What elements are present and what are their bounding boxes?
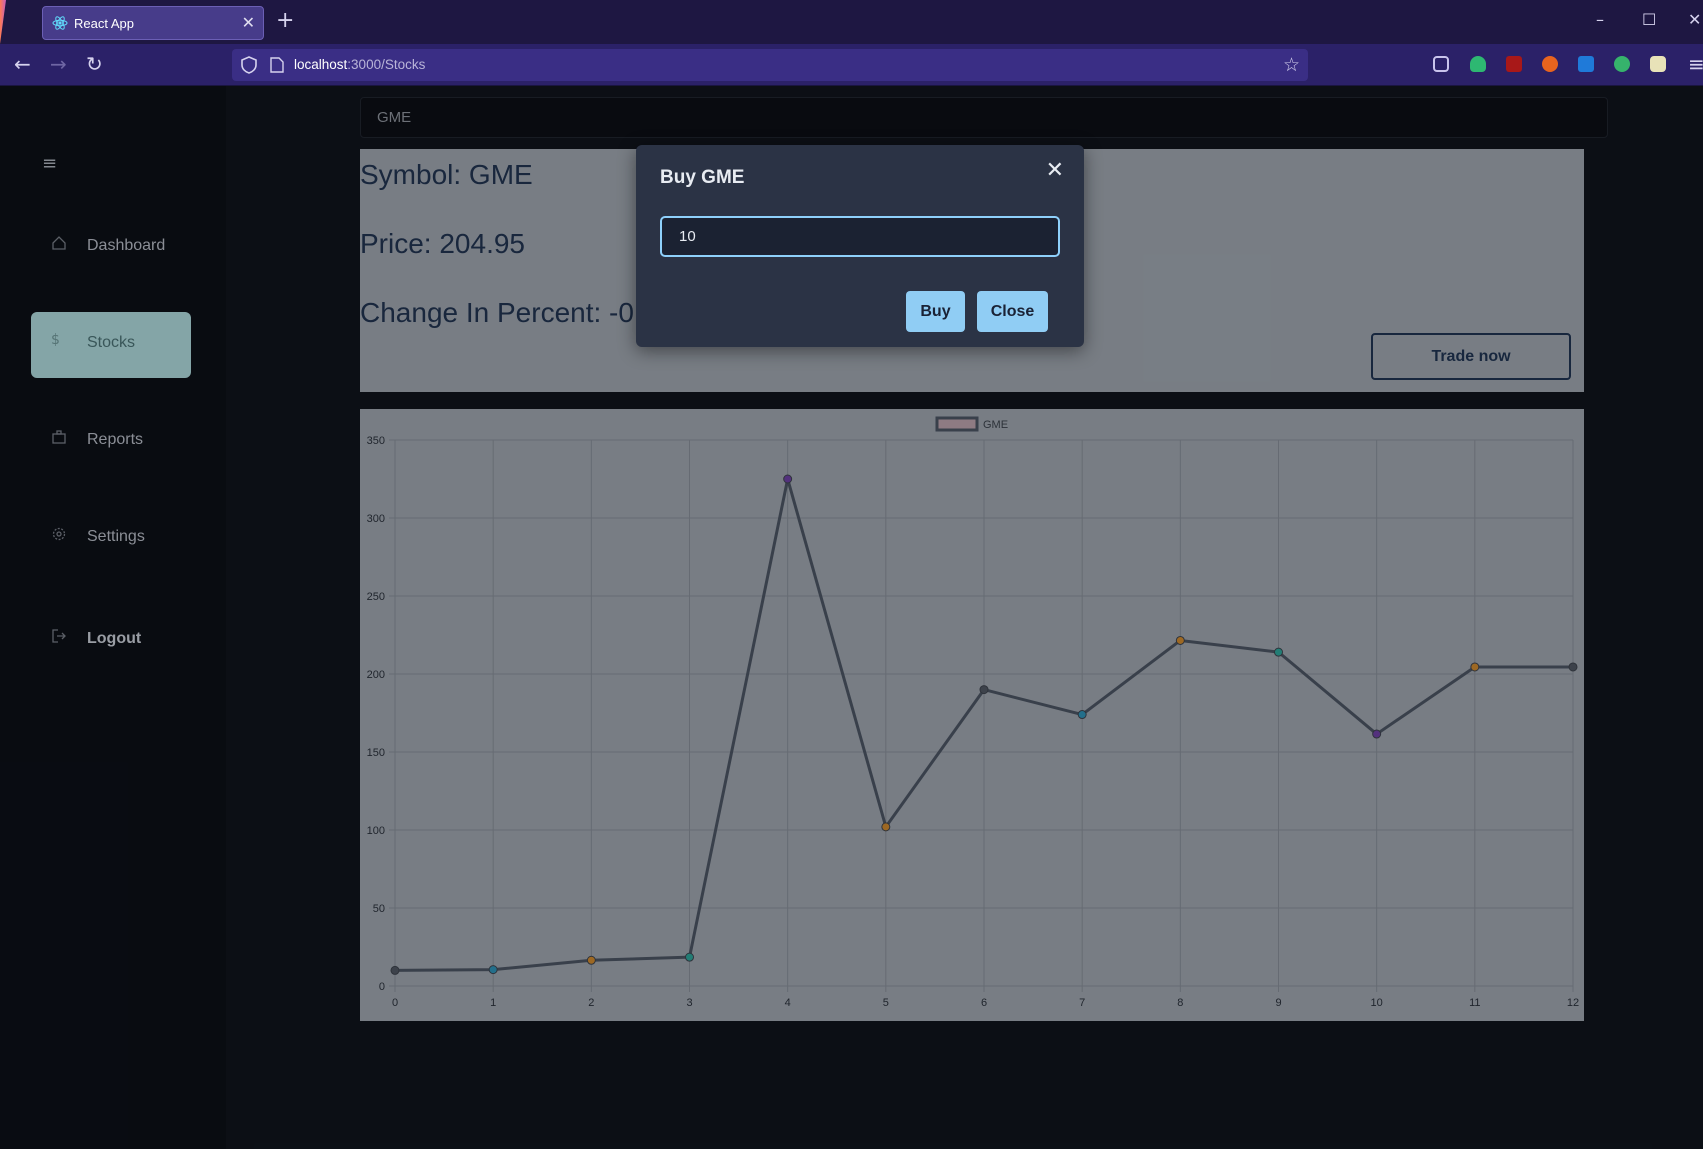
data-point xyxy=(1568,662,1578,672)
sidebar-item-label: Logout xyxy=(87,630,142,647)
price-chart-svg: 0501001502002503003500 1 2 3 4 5 6 7 8 9 10 11 12GME xyxy=(367,416,1579,1009)
data-point xyxy=(1274,647,1283,657)
x-tick-label: 9 xyxy=(1275,997,1281,1009)
sidebar-item-logout[interactable]: Logout xyxy=(31,608,191,674)
data-point xyxy=(1077,710,1087,720)
trade-now-button[interactable]: Trade now xyxy=(1371,333,1571,380)
pocket-icon[interactable] xyxy=(1433,56,1449,72)
tab-close-icon[interactable]: ✕ xyxy=(242,14,255,32)
search-value: GME xyxy=(377,109,412,126)
maximize-icon[interactable]: ☐ xyxy=(1642,10,1656,29)
url-text: localhost:3000/Stocks xyxy=(294,57,425,72)
sidebar-item-label: Dashboard xyxy=(87,237,166,254)
x-tick-label: 7 xyxy=(1079,997,1085,1009)
sidebar-item-label: Reports xyxy=(87,431,144,448)
data-point xyxy=(783,474,793,484)
x-tick-label: 10 xyxy=(1371,997,1383,1009)
x-tick-label: 11 xyxy=(1469,997,1480,1009)
logout-icon xyxy=(52,629,66,643)
url-host: localhost xyxy=(294,57,348,72)
briefcase-icon xyxy=(52,430,66,444)
y-tick-label: 250 xyxy=(367,591,385,603)
sidebar: ≡ Dashboard $ Stocks Reports Settings Lo… xyxy=(0,86,226,1149)
close-button[interactable]: Close xyxy=(977,291,1048,332)
ublock-icon[interactable] xyxy=(1506,56,1522,72)
page-icon xyxy=(270,57,284,73)
browser-tab[interactable]: React App ✕ xyxy=(42,6,264,40)
reload-icon[interactable]: ↻ xyxy=(86,53,103,75)
back-icon[interactable]: ← xyxy=(14,53,31,75)
stock-search-input[interactable]: GME xyxy=(360,97,1608,138)
menu-icon[interactable]: ≡ xyxy=(1688,53,1703,75)
bookmark-star-icon[interactable]: ☆ xyxy=(1283,54,1300,76)
legend-label: GME xyxy=(983,419,1008,431)
browser-nav-bar: ← → ↻ localhost:3000/Stocks ☆ ≡ xyxy=(0,44,1703,86)
x-tick-label: 1 xyxy=(490,997,496,1009)
change-percent-text: Change In Percent: -0 xyxy=(360,297,634,328)
browser-accent xyxy=(0,0,6,44)
symbol-text: Symbol: GME xyxy=(360,159,533,190)
price-chart: 0 50 100 150 200 250 300 350 0 1 2 3 4 5 6 7 8 9 10 11 12 GME xyxy=(360,409,1584,1021)
hamburger-menu-icon[interactable]: ≡ xyxy=(42,153,57,174)
react-logo-icon xyxy=(52,16,68,30)
sidebar-item-stocks[interactable]: $ Stocks xyxy=(31,312,191,378)
x-tick-label: 2 xyxy=(588,997,594,1009)
s-extension-icon[interactable] xyxy=(1578,56,1594,72)
y-tick-label: 100 xyxy=(367,825,385,837)
y-tick-label: 200 xyxy=(367,669,385,681)
gear-icon xyxy=(52,527,66,541)
extension-icon[interactable] xyxy=(1650,56,1666,72)
buy-button[interactable]: Buy xyxy=(906,291,965,332)
quantity-input[interactable]: 10 xyxy=(660,216,1060,257)
sidebar-item-settings[interactable]: Settings xyxy=(31,506,191,572)
url-bar[interactable]: localhost:3000/Stocks ☆ xyxy=(232,49,1308,81)
data-point xyxy=(881,822,891,832)
browser-tab-bar: React App ✕ + – ☐ ✕ xyxy=(0,0,1703,44)
x-tick-label: 5 xyxy=(883,997,889,1009)
legend-swatch xyxy=(935,416,979,432)
modal-title: Buy GME xyxy=(660,167,745,188)
window-close-icon[interactable]: ✕ xyxy=(1688,10,1701,29)
data-point xyxy=(979,685,989,695)
x-tick-label: 12 xyxy=(1567,997,1579,1009)
data-point xyxy=(1372,729,1382,739)
duckduckgo-icon[interactable] xyxy=(1542,56,1558,72)
x-tick-label: 6 xyxy=(981,997,987,1009)
sidebar-item-reports[interactable]: Reports xyxy=(31,409,191,475)
data-point xyxy=(586,955,596,965)
data-point xyxy=(488,965,498,975)
url-path: :3000/Stocks xyxy=(347,57,426,72)
privacy-badger-icon[interactable] xyxy=(1470,56,1486,72)
home-icon xyxy=(52,236,66,250)
x-tick-label: 3 xyxy=(686,997,692,1009)
modal-close-icon[interactable]: ✕ xyxy=(1046,159,1064,183)
y-tick-label: 350 xyxy=(367,435,385,447)
data-point xyxy=(1175,635,1185,645)
data-point xyxy=(1470,662,1480,672)
minimize-icon[interactable]: – xyxy=(1596,10,1604,29)
forward-icon[interactable]: → xyxy=(50,53,67,75)
sidebar-item-dashboard[interactable]: Dashboard xyxy=(31,215,191,281)
data-point xyxy=(685,952,694,962)
sync-extension-icon[interactable] xyxy=(1614,56,1630,72)
shield-icon xyxy=(241,56,257,74)
buy-modal: Buy GME ✕ 10 Buy Close xyxy=(636,145,1084,347)
x-tick-label: 0 xyxy=(392,997,398,1009)
x-tick-label: 4 xyxy=(785,997,791,1009)
sidebar-item-label: Stocks xyxy=(87,334,136,351)
data-point xyxy=(390,965,400,975)
tab-title: React App xyxy=(74,16,134,31)
y-tick-label: 0 xyxy=(379,981,385,993)
sidebar-item-label: Settings xyxy=(87,528,145,545)
price-text: Price: 204.95 xyxy=(360,228,525,259)
new-tab-icon[interactable]: + xyxy=(276,9,294,33)
y-tick-label: 150 xyxy=(367,747,385,759)
dollar-icon: $ xyxy=(51,332,60,348)
y-tick-label: 300 xyxy=(367,513,385,525)
x-tick-label: 8 xyxy=(1177,997,1183,1009)
y-tick-label: 50 xyxy=(373,903,385,915)
